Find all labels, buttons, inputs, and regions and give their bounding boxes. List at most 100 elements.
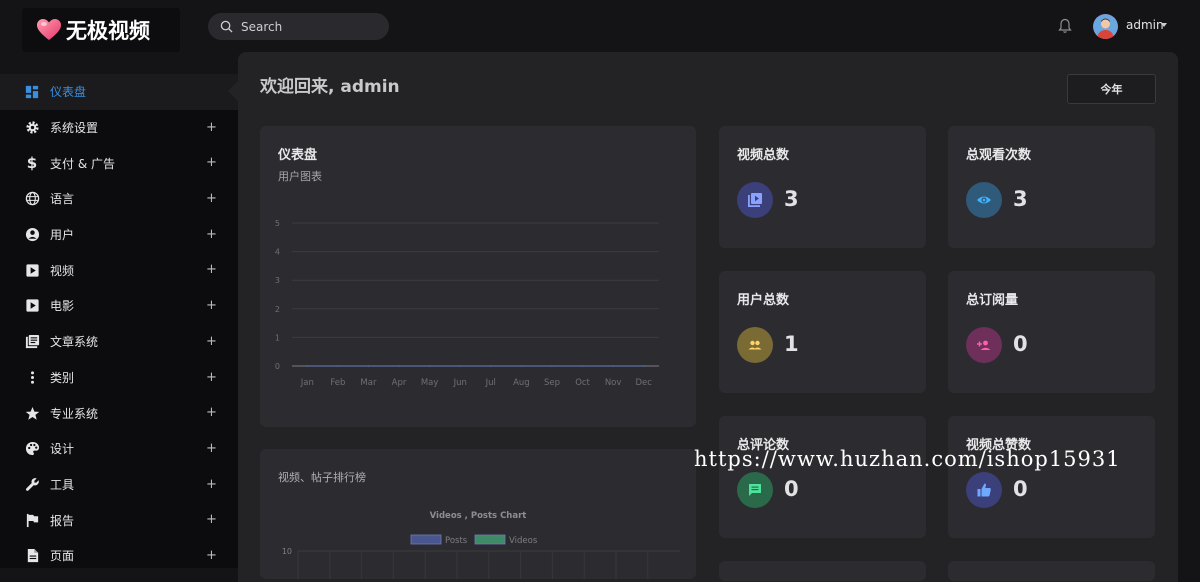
data-point bbox=[337, 365, 339, 367]
sidebar-item-label: 专业系统 bbox=[50, 406, 99, 421]
y-tick-label: 10 bbox=[282, 547, 292, 556]
people-icon bbox=[737, 327, 773, 363]
expand-icon[interactable]: + bbox=[206, 262, 217, 277]
legend-swatch bbox=[410, 534, 442, 545]
stat-card-partial bbox=[948, 561, 1155, 581]
sidebar-item-label: 文章系统 bbox=[50, 335, 99, 350]
sidebar-item-movies[interactable]: 电影 + bbox=[0, 288, 238, 324]
logo-text: 无极视频 bbox=[66, 19, 150, 43]
data-point bbox=[428, 365, 431, 367]
avatar[interactable] bbox=[1093, 14, 1118, 39]
ranking-chart-card: 视频、帖子排行榜 Videos , Posts Chart Posts Videos… bbox=[260, 449, 696, 579]
add-person-icon bbox=[966, 327, 1002, 363]
legend-label: Videos bbox=[509, 536, 538, 546]
sidebar-item-pages[interactable]: 页面 + bbox=[0, 538, 238, 574]
expand-icon[interactable]: + bbox=[206, 227, 217, 242]
search-input[interactable] bbox=[241, 19, 371, 34]
expand-icon[interactable]: + bbox=[206, 477, 217, 492]
articles-icon bbox=[24, 334, 40, 350]
stat-card-total-comments: 总评论数 0 bbox=[719, 416, 926, 538]
bell-icon[interactable] bbox=[1058, 18, 1072, 34]
sidebar-item-payment-ads[interactable]: $ 支付 & 广告 + bbox=[0, 145, 238, 181]
data-point bbox=[489, 365, 492, 367]
sidebar-item-label: 工具 bbox=[50, 477, 75, 492]
stat-card-partial bbox=[719, 561, 926, 581]
sidebar-item-label: 类别 bbox=[50, 370, 75, 385]
sidebar-item-dashboard[interactable]: 仪表盘 bbox=[0, 74, 238, 110]
search-box[interactable] bbox=[208, 13, 389, 40]
more-vertical-icon bbox=[24, 369, 40, 385]
active-indicator bbox=[228, 81, 238, 101]
legend-label: Posts bbox=[445, 536, 468, 546]
sidebar-item-users[interactable]: 用户 + bbox=[0, 217, 238, 253]
legend-swatch bbox=[474, 534, 506, 545]
sidebar-item-label: 用户 bbox=[50, 228, 75, 243]
stat-card-total-videos: 视频总数 3 bbox=[719, 126, 926, 248]
user-chart-card: 仪表盘 用户图表 0 1 2 3 4 5 Jan Feb Mar Apr May Jun Jul Aug S… bbox=[260, 126, 696, 427]
expand-icon[interactable]: + bbox=[206, 441, 217, 456]
sidebar-item-tools[interactable]: 工具 + bbox=[0, 467, 238, 503]
video-icon bbox=[24, 262, 40, 278]
data-point bbox=[612, 365, 614, 367]
sidebar-item-categories[interactable]: 类别 + bbox=[0, 360, 238, 396]
y-tick-label: 1 bbox=[275, 333, 280, 342]
x-tick-label: Dec bbox=[635, 378, 652, 388]
sidebar-item-label: 系统设置 bbox=[50, 121, 99, 136]
sidebar-item-reports[interactable]: 报告 + bbox=[0, 502, 238, 538]
sidebar-item-articles[interactable]: 文章系统 + bbox=[0, 324, 238, 360]
expand-icon[interactable]: + bbox=[206, 191, 217, 206]
page-icon bbox=[24, 548, 40, 564]
stat-value: 1 bbox=[784, 332, 799, 356]
x-tick-label: Nov bbox=[605, 378, 622, 388]
expand-icon[interactable]: + bbox=[206, 405, 217, 420]
expand-icon[interactable]: + bbox=[206, 512, 217, 527]
expand-icon[interactable]: + bbox=[206, 548, 217, 563]
logo[interactable]: 无极视频 bbox=[22, 8, 180, 52]
sidebar-item-label: 仪表盘 bbox=[50, 85, 87, 100]
stat-title: 用户总数 bbox=[737, 293, 790, 308]
star-icon bbox=[24, 405, 40, 421]
video-library-icon bbox=[737, 182, 773, 218]
data-point bbox=[459, 365, 462, 367]
videos-posts-chart: Videos , Posts Chart Posts Videos 10 bbox=[282, 511, 680, 579]
y-tick-label: 0 bbox=[275, 362, 280, 371]
data-point bbox=[367, 365, 370, 367]
stat-card-total-users: 用户总数 1 bbox=[719, 271, 926, 393]
stat-value: 0 bbox=[1013, 477, 1028, 501]
sidebar-item-pro-system[interactable]: 专业系统 + bbox=[0, 395, 238, 431]
stat-title: 总观看次数 bbox=[966, 148, 1032, 163]
data-point bbox=[581, 365, 584, 367]
sidebar: 仪表盘 系统设置 + $ 支付 & 广告 + 语言 + 用户 + 视频 + 电影… bbox=[0, 74, 238, 568]
expand-icon[interactable]: + bbox=[206, 298, 217, 313]
stat-title: 总订阅量 bbox=[966, 293, 1019, 308]
data-point bbox=[398, 365, 400, 367]
chart-title: Videos , Posts Chart bbox=[430, 511, 527, 521]
data-point bbox=[306, 365, 309, 367]
user-name[interactable]: admin bbox=[1126, 18, 1164, 32]
sidebar-item-label: 语言 bbox=[50, 192, 75, 207]
sidebar-item-design[interactable]: 设计 + bbox=[0, 431, 238, 467]
stat-card-total-subscriptions: 总订阅量 0 bbox=[948, 271, 1155, 393]
palette-icon bbox=[24, 441, 40, 457]
search-icon bbox=[220, 20, 233, 33]
expand-icon[interactable]: + bbox=[206, 120, 217, 135]
top-bar bbox=[0, 0, 1200, 52]
movie-icon bbox=[24, 298, 40, 314]
sidebar-item-label: 电影 bbox=[50, 299, 75, 314]
sidebar-item-language[interactable]: 语言 + bbox=[0, 181, 238, 217]
expand-icon[interactable]: + bbox=[206, 334, 217, 349]
sidebar-item-label: 页面 bbox=[50, 549, 75, 564]
x-tick-label: Apr bbox=[392, 378, 407, 388]
sidebar-item-videos[interactable]: 视频 + bbox=[0, 252, 238, 288]
user-avatar-icon bbox=[1093, 14, 1118, 39]
page-title: 欢迎回来, admin bbox=[260, 77, 400, 97]
period-select-button[interactable]: 今年 bbox=[1067, 74, 1156, 104]
sidebar-item-label: 视频 bbox=[50, 263, 75, 278]
user-menu-caret-icon[interactable] bbox=[1161, 23, 1167, 27]
x-tick-label: Jan bbox=[300, 378, 314, 388]
wrench-icon bbox=[24, 476, 40, 492]
sidebar-item-settings[interactable]: 系统设置 + bbox=[0, 110, 238, 146]
thumbs-up-icon bbox=[966, 472, 1002, 508]
expand-icon[interactable]: + bbox=[206, 155, 217, 170]
expand-icon[interactable]: + bbox=[206, 370, 217, 385]
